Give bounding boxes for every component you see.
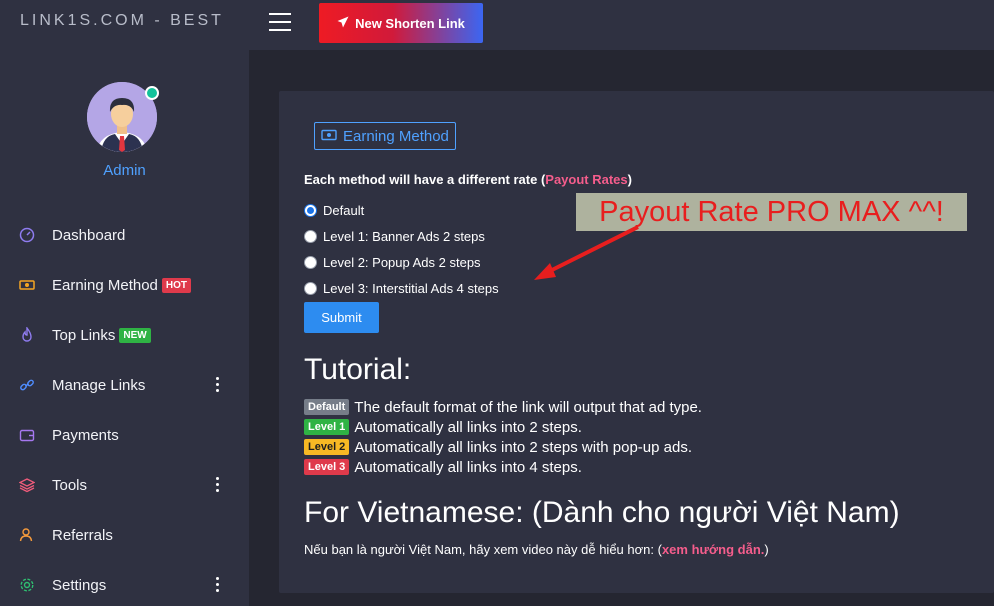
option-level-3[interactable]: Level 3: Interstitial Ads 4 steps	[304, 278, 499, 298]
sidebar-item-settings[interactable]: Settings	[0, 560, 249, 606]
option-label: Level 1: Banner Ads 2 steps	[323, 228, 485, 244]
vietnamese-title: For Vietnamese: (Dành cho người Việt Nam…	[304, 496, 900, 529]
money-icon	[18, 276, 36, 294]
tutorial-item: Level 3 Automatically all links into 4 s…	[304, 457, 582, 477]
fire-icon	[18, 326, 36, 344]
online-status-dot	[145, 86, 159, 100]
kebab-menu-icon[interactable]	[214, 477, 220, 492]
paper-plane-icon	[337, 16, 349, 31]
top-bar: New Shorten Link	[249, 0, 994, 50]
option-label: Level 3: Interstitial Ads 4 steps	[323, 280, 499, 296]
sidebar-item-label: Top Links	[52, 326, 116, 344]
option-level-2[interactable]: Level 2: Popup Ads 2 steps	[304, 252, 481, 272]
avatar[interactable]	[87, 82, 159, 152]
sidebar-item-payments[interactable]: Payments	[0, 410, 249, 460]
new-shorten-link-button[interactable]: New Shorten Link	[319, 3, 483, 43]
tutorial-title: Tutorial:	[304, 353, 412, 386]
sidebar-item-manage-links[interactable]: Manage Links	[0, 360, 249, 410]
kebab-menu-icon[interactable]	[214, 377, 220, 392]
money-icon	[321, 128, 337, 145]
radio-level-1[interactable]	[304, 229, 317, 243]
sidebar-nav: Dashboard Earning Method HOT Top Links N…	[0, 210, 249, 606]
gauge-icon	[18, 226, 36, 244]
sidebar-item-earning-method[interactable]: Earning Method HOT	[0, 260, 249, 310]
level-3-badge: Level 3	[304, 459, 350, 475]
link-icon	[18, 376, 36, 394]
option-label: Level 2: Popup Ads 2 steps	[323, 254, 481, 270]
tutorial-text: Automatically all links into 2 steps wit…	[354, 438, 692, 456]
tutorial-item: Default The default format of the link w…	[304, 397, 702, 417]
tutorial-text: The default format of the link will outp…	[354, 398, 702, 416]
earning-method-card: Earning Method Each method will have a d…	[279, 91, 994, 593]
red-arrow-icon	[534, 225, 639, 280]
sidebar: LINK1S.COM - BEST Admin Dashboard Earnin…	[0, 0, 249, 606]
user-name[interactable]: Admin	[0, 162, 249, 179]
hamburger-menu-icon[interactable]	[269, 13, 291, 31]
new-shorten-link-label: New Shorten Link	[355, 15, 465, 31]
level-2-badge: Level 2	[304, 439, 350, 455]
option-level-1[interactable]: Level 1: Banner Ads 2 steps	[304, 226, 485, 246]
layers-icon	[18, 476, 36, 494]
brand-logo[interactable]: LINK1S.COM - BEST	[20, 12, 224, 30]
hot-badge: HOT	[161, 277, 192, 293]
tutorial-item: Level 1 Automatically all links into 2 s…	[304, 417, 582, 437]
sidebar-item-label: Referrals	[52, 526, 113, 544]
new-badge: NEW	[119, 327, 151, 343]
level-1-badge: Level 1	[304, 419, 350, 435]
tutorial-video-link[interactable]: xem hướng dẫn.	[662, 542, 764, 557]
sidebar-item-label: Dashboard	[52, 226, 126, 244]
gear-icon	[18, 576, 36, 594]
radio-level-2[interactable]	[304, 255, 317, 269]
sidebar-item-label: Settings	[52, 576, 107, 594]
payout-rates-link[interactable]: Payout Rates	[545, 172, 627, 187]
option-label: Default	[323, 202, 365, 218]
rate-description: Each method will have a different rate (…	[304, 172, 632, 187]
default-badge: Default	[304, 399, 350, 415]
vietnamese-description: Nếu bạn là người Việt Nam, hãy xem video…	[304, 542, 769, 557]
rate-suffix: )	[627, 172, 632, 187]
sidebar-item-label: Earning Method	[52, 276, 158, 294]
wallet-icon	[18, 426, 36, 444]
sidebar-item-label: Manage Links	[52, 376, 146, 394]
tutorial-text: Automatically all links into 2 steps.	[354, 418, 582, 436]
option-default[interactable]: Default	[304, 200, 364, 220]
sidebar-item-tools[interactable]: Tools	[0, 460, 249, 510]
submit-button[interactable]: Submit	[304, 302, 379, 333]
rate-prefix: Each method will have a different rate (	[304, 172, 546, 187]
sidebar-item-referrals[interactable]: Referrals	[0, 510, 249, 560]
radio-default[interactable]	[304, 203, 317, 217]
tab-label: Earning Method	[343, 127, 449, 145]
users-icon	[18, 526, 36, 544]
radio-level-3[interactable]	[304, 281, 317, 295]
tutorial-item: Level 2 Automatically all links into 2 s…	[304, 437, 692, 457]
vn-suffix: )	[764, 542, 769, 557]
vn-text: Nếu bạn là người Việt Nam, hãy xem video…	[304, 542, 662, 557]
sidebar-item-top-links[interactable]: Top Links NEW	[0, 310, 249, 360]
sidebar-item-label: Tools	[52, 476, 88, 494]
tutorial-text: Automatically all links into 4 steps.	[354, 458, 582, 476]
kebab-menu-icon[interactable]	[214, 577, 220, 592]
sidebar-item-dashboard[interactable]: Dashboard	[0, 210, 249, 260]
sidebar-item-label: Payments	[52, 426, 119, 444]
tab-earning-method[interactable]: Earning Method	[314, 122, 456, 150]
